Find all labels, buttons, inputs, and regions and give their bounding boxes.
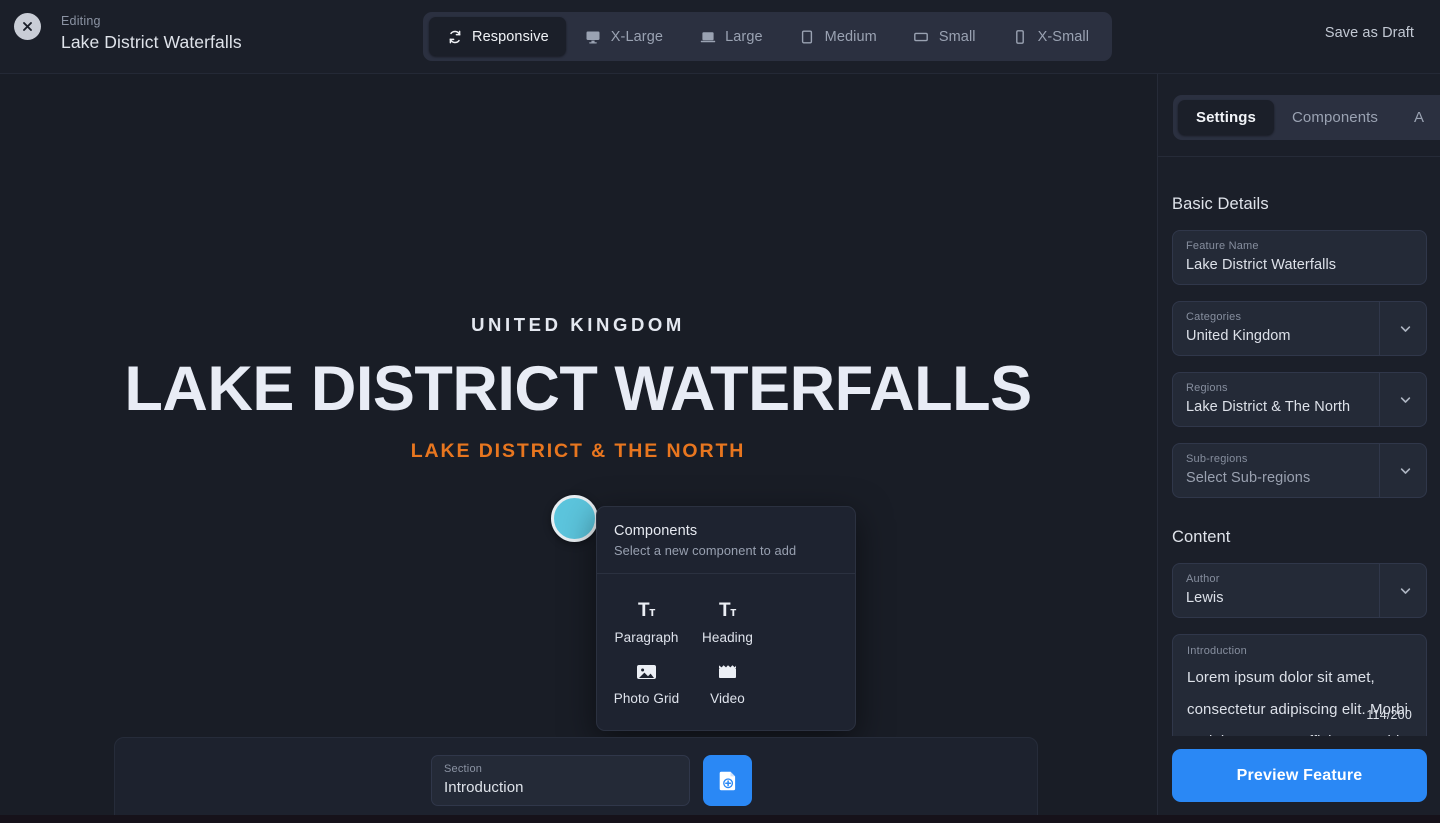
sidebar-tabbar: Settings Components A	[1173, 95, 1440, 140]
component-heading-label: Heading	[702, 630, 753, 645]
breakpoint-large-label: Large	[725, 28, 763, 45]
tab-overflow[interactable]: A	[1396, 100, 1440, 135]
desktop-icon	[585, 28, 602, 45]
image-icon	[608, 659, 685, 684]
popover-title: Components	[614, 523, 698, 539]
breakpoint-small-label: Small	[938, 28, 976, 45]
tablet-portrait-icon	[799, 28, 816, 45]
laptop-icon	[699, 28, 716, 45]
content-heading: Content	[1172, 528, 1231, 546]
editor-app: Editing Lake District Waterfalls Respons…	[0, 0, 1440, 823]
introduction-label: Introduction	[1187, 645, 1247, 657]
settings-sidebar: Settings Components A Basic Details Feat…	[1157, 74, 1440, 815]
component-grid: Tт Paragraph Tт Heading Photo Grid Video	[597, 574, 855, 730]
author-select[interactable]: Author Lewis	[1172, 563, 1427, 618]
breakpoint-responsive[interactable]: Responsive	[429, 17, 566, 56]
editing-label: Editing	[61, 14, 101, 28]
breakpoint-x-large-label: X-Large	[610, 28, 664, 45]
hero-block: UNITED KINGDOM LAKE DISTRICT WATERFALLS …	[0, 74, 1156, 463]
component-heading[interactable]: Tт Heading	[687, 590, 768, 651]
tab-components[interactable]: Components	[1274, 100, 1396, 135]
breakpoint-x-large[interactable]: X-Large	[568, 17, 680, 56]
preview-feature-button[interactable]: Preview Feature	[1172, 749, 1427, 802]
chevron-down-icon	[1398, 583, 1413, 598]
preview-canvas: UNITED KINGDOM LAKE DISTRICT WATERFALLS …	[0, 74, 1156, 815]
breakpoint-large[interactable]: Large	[682, 17, 780, 56]
breakpoint-x-small-label: X-Small	[1037, 28, 1090, 45]
hero-eyebrow: UNITED KINGDOM	[471, 314, 685, 335]
categories-select[interactable]: Categories United Kingdom	[1172, 301, 1427, 356]
field-divider	[1379, 302, 1380, 355]
feature-name-value: Lake District Waterfalls	[1186, 257, 1337, 273]
categories-value: United Kingdom	[1186, 328, 1291, 344]
sub-regions-label: Sub-regions	[1186, 453, 1248, 465]
chevron-down-icon	[1398, 463, 1413, 478]
component-photo-grid-label: Photo Grid	[613, 691, 680, 706]
chevron-down-icon	[1398, 321, 1413, 336]
regions-value: Lake District & The North	[1186, 399, 1351, 415]
cursor-pointer-indicator	[551, 495, 598, 542]
tab-settings[interactable]: Settings	[1178, 100, 1274, 135]
section-name-label: Section	[444, 763, 483, 775]
breakpoint-responsive-label: Responsive	[472, 28, 549, 45]
film-clapper-icon	[689, 659, 766, 684]
field-divider	[1379, 564, 1380, 617]
breakpoint-medium[interactable]: Medium	[782, 17, 894, 56]
close-icon[interactable]	[14, 13, 41, 40]
popover-subtitle: Select a new component to add	[614, 543, 797, 558]
feature-name-field[interactable]: Feature Name Lake District Waterfalls	[1172, 230, 1427, 285]
hero-title: LAKE DISTRICT WATERFALLS	[124, 354, 1032, 424]
text-heading-icon: Tт	[719, 599, 736, 621]
text-paragraph-icon: Tт	[638, 599, 655, 621]
author-label: Author	[1186, 573, 1220, 585]
section-name-input[interactable]: Section Introduction	[431, 755, 690, 806]
categories-label: Categories	[1186, 311, 1242, 323]
component-video[interactable]: Video	[687, 651, 768, 712]
breakpoint-medium-label: Medium	[824, 28, 877, 45]
page-title: Lake District Waterfalls	[61, 32, 242, 52]
regions-select[interactable]: Regions Lake District & The North	[1172, 372, 1427, 427]
introduction-textarea[interactable]: Introduction Lorem ipsum dolor sit amet,…	[1172, 634, 1427, 752]
sidebar-tabbar-container: Settings Components A	[1158, 74, 1440, 157]
sub-regions-select[interactable]: Sub-regions Select Sub-regions	[1172, 443, 1427, 498]
hero-subtitle: LAKE DISTRICT & THE NORTH	[410, 440, 746, 462]
field-divider	[1379, 373, 1380, 426]
phone-icon	[1012, 28, 1029, 45]
field-divider	[1379, 444, 1380, 497]
popover-header: Components Select a new component to add	[597, 507, 855, 574]
author-value: Lewis	[1186, 590, 1224, 606]
sub-regions-value: Select Sub-regions	[1186, 470, 1311, 486]
component-paragraph-label: Paragraph	[614, 630, 679, 645]
tablet-landscape-icon	[913, 28, 930, 45]
introduction-char-counter: 114/200	[1366, 708, 1412, 722]
component-video-label: Video	[710, 691, 745, 706]
editing-breadcrumb: Editing Lake District Waterfalls	[61, 13, 242, 54]
section-name-value: Introduction	[444, 779, 524, 796]
feature-name-label: Feature Name	[1186, 240, 1259, 252]
component-photo-grid[interactable]: Photo Grid	[606, 651, 687, 712]
top-toolbar: Editing Lake District Waterfalls Respons…	[0, 0, 1440, 74]
section-toolbar: Section Introduction	[114, 737, 1038, 815]
component-paragraph[interactable]: Tт Paragraph	[606, 590, 687, 651]
basic-details-heading: Basic Details	[1172, 195, 1269, 213]
regions-label: Regions	[1186, 382, 1228, 394]
breakpoint-small[interactable]: Small	[896, 17, 993, 56]
add-section-button[interactable]	[703, 755, 752, 806]
components-popover: Components Select a new component to add…	[596, 506, 856, 731]
bottom-strip	[0, 815, 1440, 823]
refresh-sync-icon	[446, 28, 463, 45]
add-page-icon	[715, 768, 740, 793]
breakpoint-switcher: Responsive X-Large Large Medium Small X-…	[423, 12, 1113, 61]
chevron-down-icon	[1398, 392, 1413, 407]
breakpoint-x-small[interactable]: X-Small	[995, 17, 1106, 56]
save-as-draft-button[interactable]: Save as Draft	[1325, 25, 1414, 41]
